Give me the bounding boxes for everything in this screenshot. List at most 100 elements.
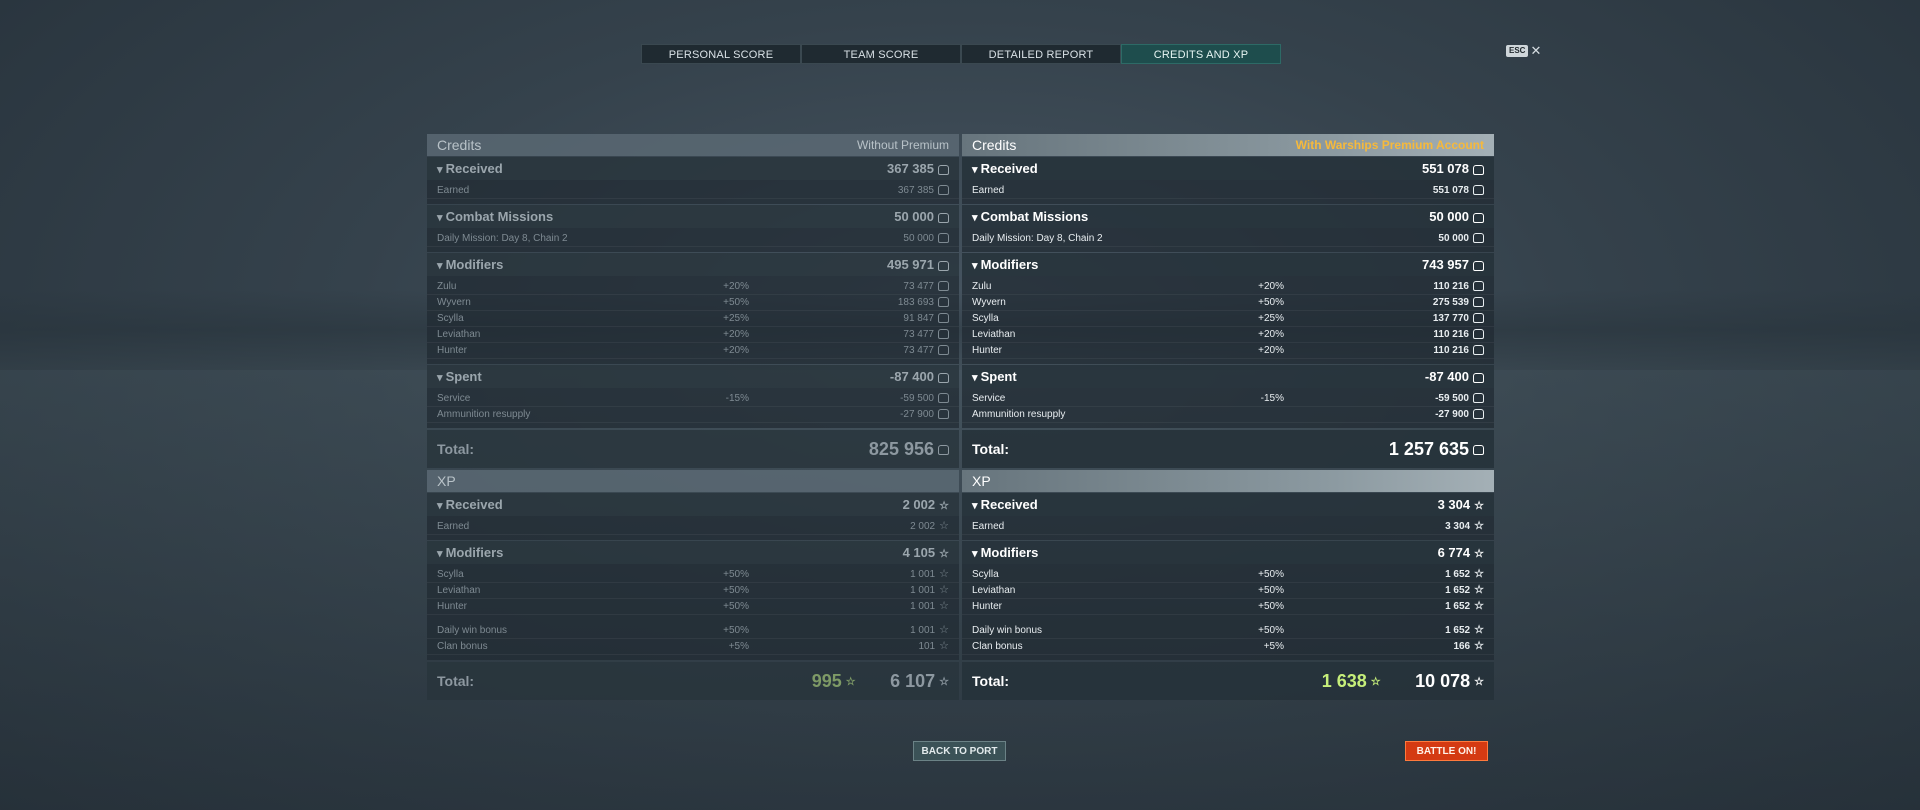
xp-total-extra: 1 638 (1321, 670, 1367, 691)
total-label: Total: (972, 673, 1010, 689)
coin-icon (938, 444, 949, 455)
row-value: 1 652 (1445, 601, 1471, 613)
with-premium-label: With Warships Premium Account (1295, 138, 1484, 152)
battle-on-button[interactable]: BATTLE ON! (1405, 741, 1488, 761)
star-icon: ☆ (1474, 640, 1484, 652)
credits-total-value: 825 956 (868, 438, 934, 459)
combat-missions-label: Combat Missions (972, 209, 1089, 224)
list-item: Leviathan +20% 110 216 (962, 327, 1494, 343)
row-label: Earned (437, 185, 470, 196)
received-label: Received (972, 161, 1038, 176)
xp-modifiers-value: 6 774 (1437, 544, 1471, 560)
list-item: Daily win bonus +50% 1 001 ☆ (427, 623, 959, 639)
combat-missions-value: 50 000 (894, 209, 934, 224)
star-icon: ☆ (939, 676, 949, 689)
row-value: -27 900 (1435, 409, 1469, 420)
list-item: Hunter +50% 1 652 ☆ (962, 599, 1494, 615)
spent-rows: Service -15% -59 500 Ammunition resupply -2… (427, 388, 959, 428)
row-value: 1 001 (910, 585, 936, 597)
star-icon: ☆ (939, 568, 949, 580)
coin-icon (938, 393, 949, 404)
row-percent: +20% (723, 329, 749, 340)
list-item: Daily Mission: Day 8, Chain 2 50 000 (962, 231, 1494, 247)
coin-icon (1473, 233, 1484, 244)
close-button[interactable]: ESC ✕ (1506, 43, 1542, 58)
list-item: Ammunition resupply -27 900 (962, 407, 1494, 423)
xp-title: XP (972, 473, 991, 489)
row-label: Service (972, 393, 1006, 404)
star-icon: ☆ (1474, 600, 1484, 612)
star-icon: ☆ (845, 676, 856, 689)
credits-title: Credits (972, 137, 1017, 153)
row-percent: +20% (1258, 345, 1284, 356)
without-premium-label: Without Premium (856, 138, 949, 152)
back-to-port-button[interactable]: BACK TO PORT (913, 741, 1006, 761)
row-percent: +50% (723, 625, 749, 636)
tab-credits-and-xp[interactable]: CREDITS AND XP (1121, 44, 1281, 64)
xp-total-extra: 995 (811, 670, 842, 691)
received-section[interactable]: Received 367 385 (427, 157, 959, 180)
row-label: Daily win bonus (437, 625, 508, 636)
row-value: 101 (918, 641, 936, 653)
star-icon: ☆ (939, 624, 949, 636)
xp-modifiers-section[interactable]: Modifiers 6 774☆ (962, 541, 1494, 564)
row-value: 183 693 (897, 297, 934, 308)
row-percent: +20% (723, 345, 749, 356)
xp-modifiers-section[interactable]: Modifiers 4 105☆ (427, 541, 959, 564)
row-label: Leviathan (437, 585, 481, 596)
close-icon: ✕ (1530, 43, 1542, 58)
row-percent: +25% (723, 313, 749, 324)
spent-section[interactable]: Spent -87 400 (962, 365, 1494, 388)
spent-rows: Service -15% -59 500 Ammunition resupply -2… (962, 388, 1494, 428)
tab-detailed-report[interactable]: DETAILED REPORT (961, 44, 1121, 64)
combat-missions-section[interactable]: Combat Missions 50 000 (962, 205, 1494, 228)
row-value: 50 000 (903, 233, 934, 244)
xp-received-label: Received (972, 497, 1038, 512)
received-section[interactable]: Received 551 078 (962, 157, 1494, 180)
tab-team-score[interactable]: TEAM SCORE (801, 44, 961, 64)
row-value: -59 500 (1435, 393, 1469, 404)
row-value: 1 652 (1445, 569, 1471, 581)
xp-received-value: 2 002 (902, 496, 936, 512)
tab-personal-score[interactable]: PERSONAL SCORE (641, 44, 801, 64)
spent-value: -87 400 (1424, 369, 1469, 384)
list-item: Earned 551 078 (962, 183, 1494, 199)
star-icon: ☆ (1370, 676, 1381, 689)
xp-received-section[interactable]: Received 2 002☆ (427, 493, 959, 516)
xp-modifier-rows: Scylla +50% 1 652 ☆ Leviathan +50% 1 652 ☆ Hun… (962, 564, 1494, 660)
row-label: Wyvern (437, 297, 471, 308)
modifiers-section[interactable]: Modifiers 495 971 (427, 253, 959, 276)
row-value: 275 539 (1432, 297, 1469, 308)
row-value: 2 002 (910, 521, 936, 533)
star-icon: ☆ (1474, 548, 1484, 561)
coin-icon (938, 329, 949, 340)
row-percent: +25% (1258, 313, 1284, 324)
spent-label: Spent (437, 369, 482, 384)
modifiers-label: Modifiers (972, 257, 1039, 272)
received-rows: Earned 551 078 (962, 180, 1494, 204)
xp-received-section[interactable]: Received 3 304☆ (962, 493, 1494, 516)
modifiers-section[interactable]: Modifiers 743 957 (962, 253, 1494, 276)
row-label: Scylla (972, 569, 999, 580)
list-item: Earned 2 002 ☆ (427, 519, 959, 535)
background-landscape (0, 290, 1920, 370)
row-value: 1 652 (1445, 585, 1471, 597)
row-label: Clan bonus (972, 641, 1023, 652)
list-item: Service -15% -59 500 (962, 391, 1494, 407)
row-percent: +50% (1258, 585, 1284, 596)
star-icon: ☆ (939, 548, 949, 561)
combat-missions-section[interactable]: Combat Missions 50 000 (427, 205, 959, 228)
row-percent: +50% (1258, 569, 1284, 580)
row-label: Earned (972, 521, 1005, 532)
row-value: -59 500 (900, 393, 934, 404)
row-value: 73 477 (903, 281, 934, 292)
list-item: Daily win bonus +50% 1 652 ☆ (962, 623, 1494, 639)
row-label: Scylla (972, 313, 999, 324)
coin-icon (1473, 444, 1484, 455)
total-label: Total: (437, 441, 475, 457)
row-label: Scylla (437, 569, 464, 580)
spent-section[interactable]: Spent -87 400 (427, 365, 959, 388)
xp-modifiers-label: Modifiers (437, 545, 504, 560)
list-item: Hunter +50% 1 001 ☆ (427, 599, 959, 615)
row-value: 367 385 (897, 185, 934, 196)
